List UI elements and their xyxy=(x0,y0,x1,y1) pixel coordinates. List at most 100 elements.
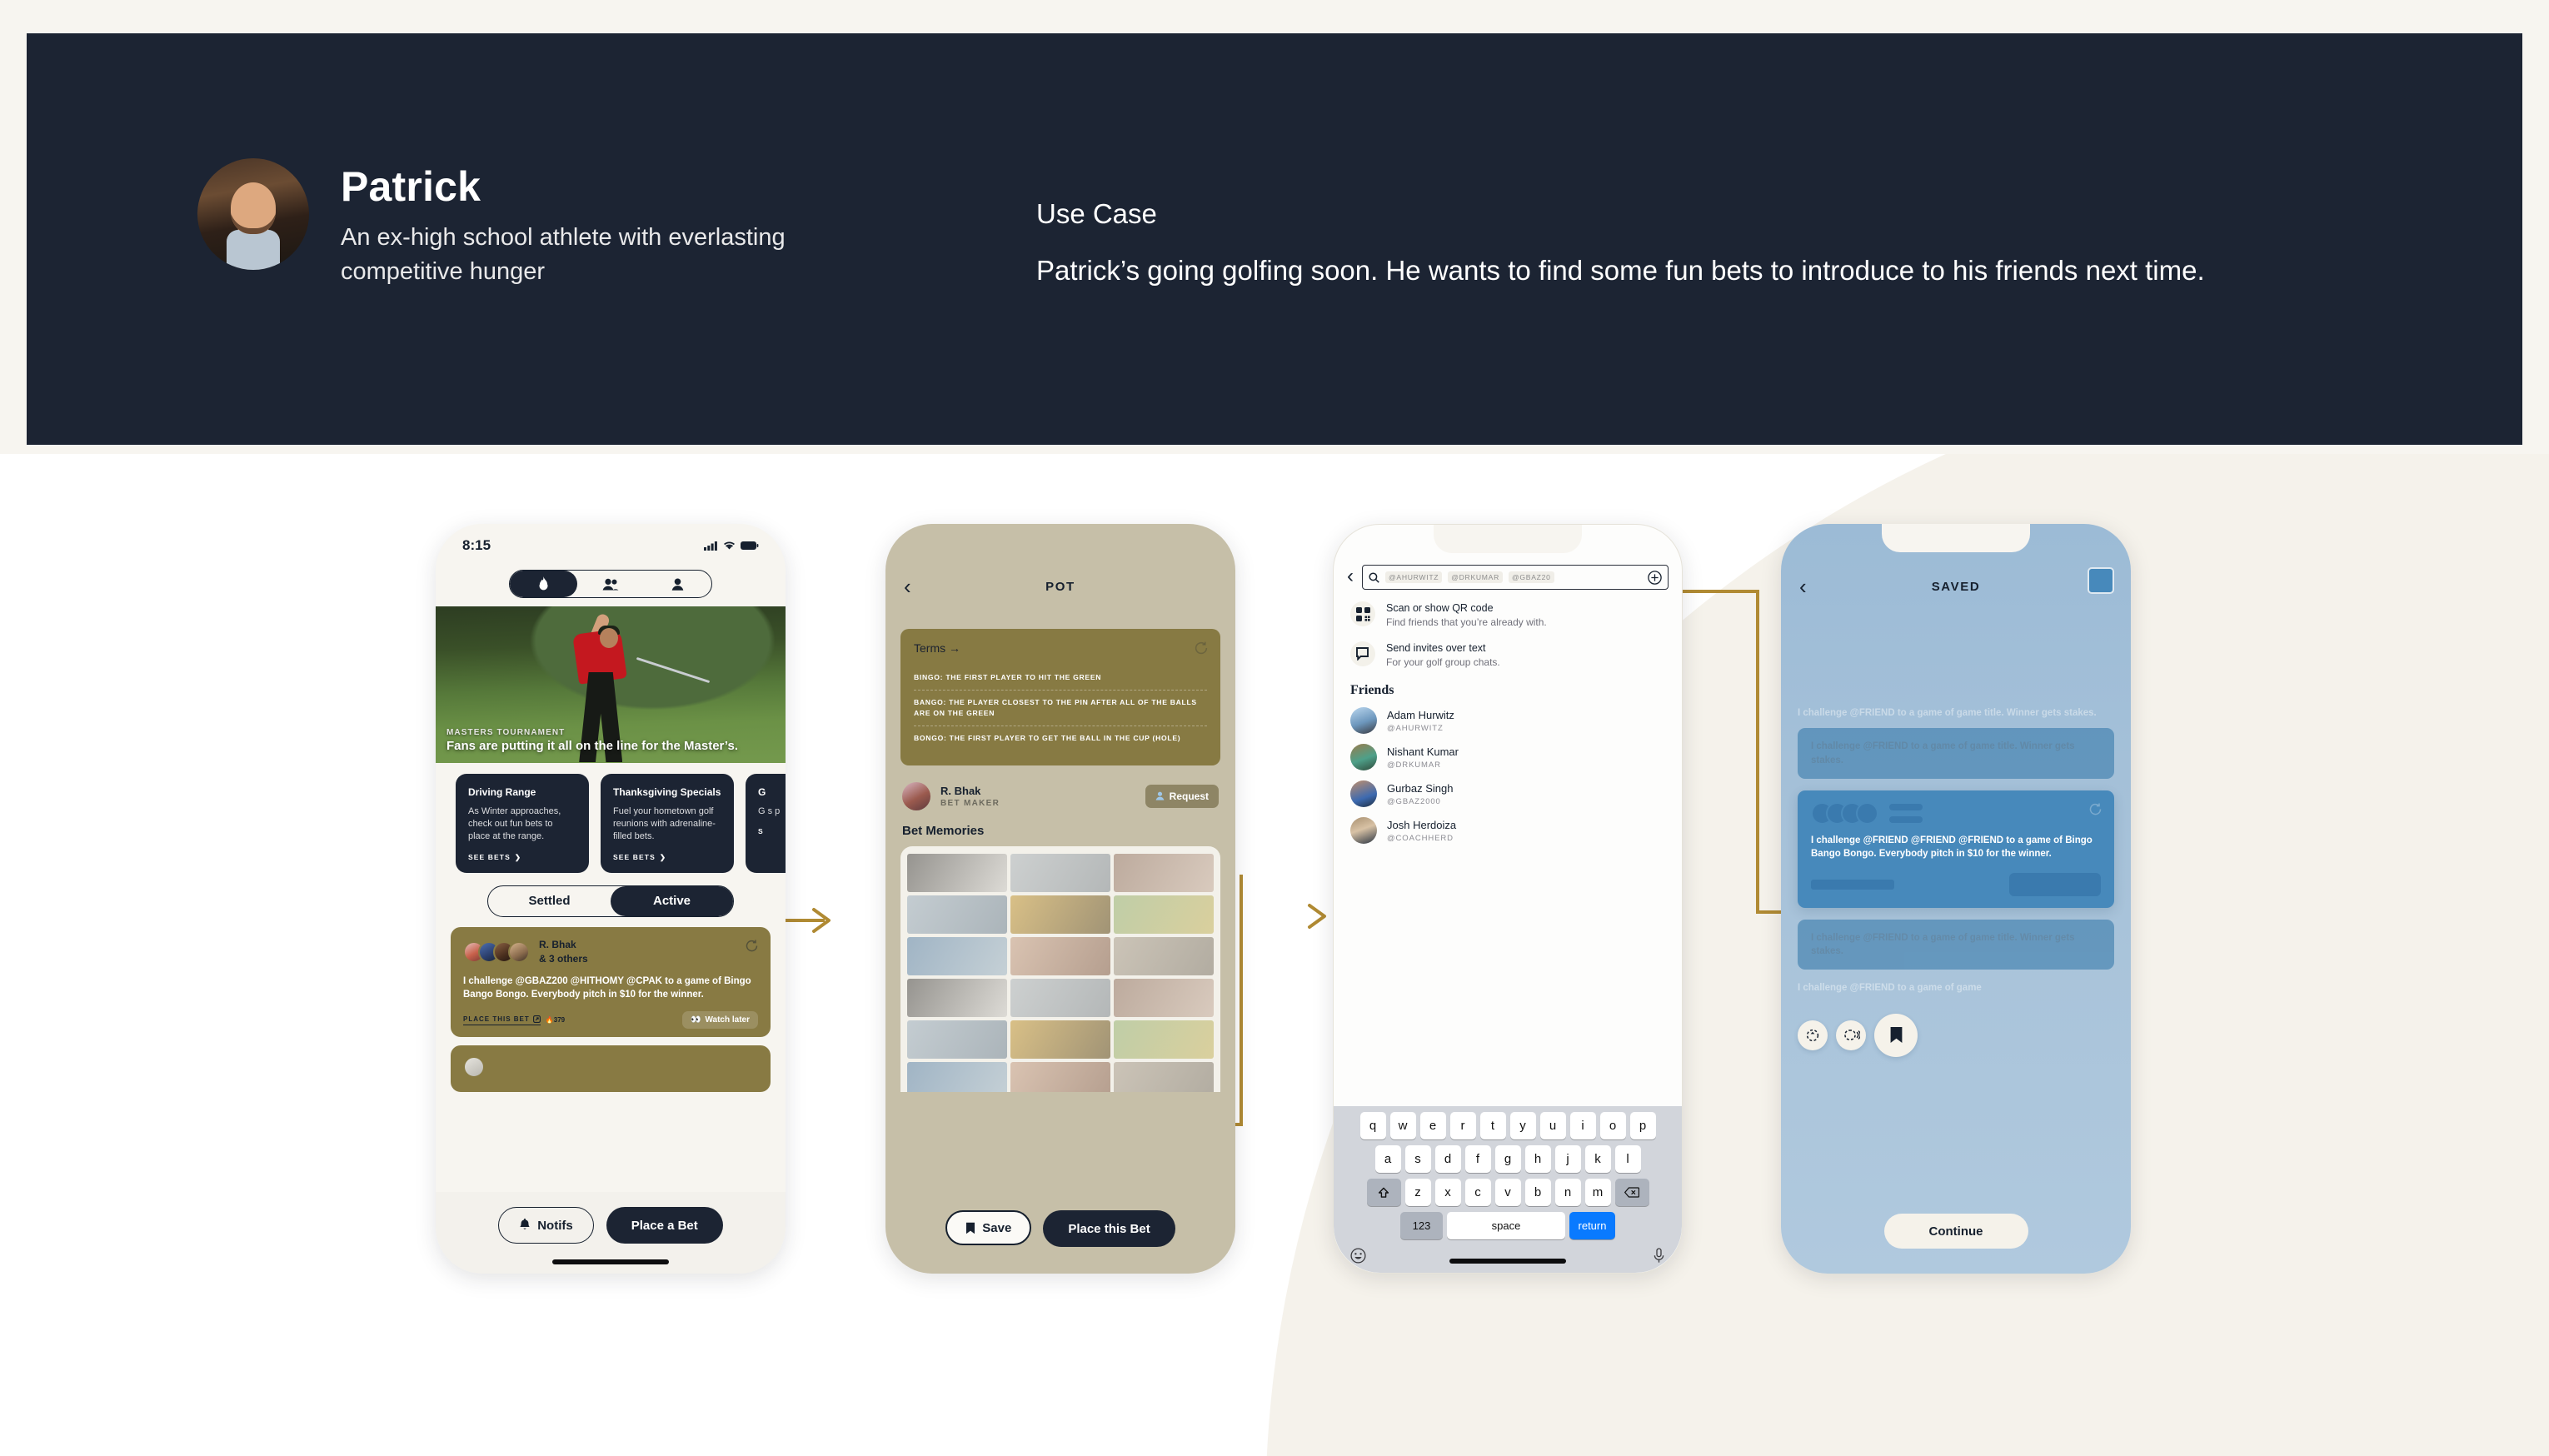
option-qr-code[interactable]: Scan or show QR code Find friends that y… xyxy=(1334,590,1682,630)
promo-cta[interactable]: S xyxy=(758,827,786,835)
shift-key[interactable] xyxy=(1366,1179,1401,1206)
memory-thumb[interactable] xyxy=(1114,1020,1214,1059)
plus-circle-icon[interactable] xyxy=(1648,570,1662,585)
microphone-icon[interactable] xyxy=(1653,1248,1665,1264)
key-p[interactable]: p xyxy=(1629,1112,1656,1139)
request-button[interactable]: Request xyxy=(1145,784,1219,808)
filter-toggle[interactable]: Settled Active xyxy=(487,885,734,917)
refresh-icon[interactable] xyxy=(1194,641,1209,656)
notifs-button[interactable]: Notifs xyxy=(498,1207,594,1244)
continue-button[interactable]: Continue xyxy=(1883,1214,2028,1249)
bet-memories-grid-wrap[interactable] xyxy=(900,845,1220,1092)
promo-card[interactable]: Driving Range As Winter approaches, chec… xyxy=(456,774,589,873)
memory-thumb[interactable] xyxy=(1114,895,1214,934)
saved-card-muted[interactable]: I challenge @FRIEND to a game of game ti… xyxy=(1798,919,2114,970)
toggle-settled[interactable]: Settled xyxy=(488,886,611,916)
option-send-invites[interactable]: Send invites over text For your golf gro… xyxy=(1334,630,1682,670)
swipe-icon[interactable] xyxy=(1836,1020,1866,1050)
friend-row[interactable]: Adam Hurwitz @AHURWITZ xyxy=(1334,702,1682,739)
promo-card[interactable]: Thanksgiving Specials Fuel your hometown… xyxy=(601,774,734,873)
space-key[interactable]: space xyxy=(1447,1212,1565,1239)
backspace-key[interactable] xyxy=(1614,1179,1649,1206)
refresh-icon[interactable] xyxy=(2088,802,2103,816)
key-d[interactable]: d xyxy=(1434,1145,1461,1173)
key-t[interactable]: t xyxy=(1479,1112,1506,1139)
key-e[interactable]: e xyxy=(1419,1112,1446,1139)
grid-view-button[interactable] xyxy=(2088,567,2114,594)
friend-row[interactable]: Nishant Kumar @DRKUMAR xyxy=(1334,739,1682,775)
key-l[interactable]: l xyxy=(1614,1145,1641,1173)
promo-cta[interactable]: SEE BETS ❯ xyxy=(613,853,721,862)
memory-thumb[interactable] xyxy=(1114,1061,1214,1092)
chevron-left-icon[interactable]: ‹ xyxy=(1799,576,1808,597)
terms-heading[interactable]: Terms → xyxy=(914,641,1207,655)
memory-thumb[interactable] xyxy=(907,978,1007,1017)
search-chip[interactable]: @AHURWITZ xyxy=(1385,571,1443,583)
toggle-active[interactable]: Active xyxy=(611,885,733,916)
memory-thumb[interactable] xyxy=(1010,978,1110,1017)
memory-thumb[interactable] xyxy=(907,895,1007,934)
key-j[interactable]: j xyxy=(1554,1145,1581,1173)
memory-thumb[interactable] xyxy=(1010,1020,1110,1059)
bet-card-partial[interactable] xyxy=(451,1045,771,1093)
memory-thumb[interactable] xyxy=(907,853,1007,892)
key-y[interactable]: y xyxy=(1509,1112,1536,1139)
key-i[interactable]: i xyxy=(1569,1112,1596,1139)
watch-later-button[interactable]: 👀 Watch later xyxy=(682,1011,758,1030)
on-screen-keyboard[interactable]: qwertyuiop asdfghjkl zxcvbnm 123 space r… xyxy=(1334,1106,1682,1273)
bet-card[interactable]: R. Bhak & 3 others I challenge @GBAZ200 … xyxy=(451,926,771,1038)
terms-card[interactable]: Terms → BINGO: THE FIRST PLAYER TO HIT T… xyxy=(900,629,1220,765)
key-v[interactable]: v xyxy=(1494,1179,1521,1206)
memory-thumb[interactable] xyxy=(1010,936,1110,975)
memory-thumb[interactable] xyxy=(907,1061,1007,1092)
chevron-left-icon[interactable]: ‹ xyxy=(1347,566,1354,588)
key-h[interactable]: h xyxy=(1524,1145,1551,1173)
key-q[interactable]: q xyxy=(1359,1112,1386,1139)
place-this-bet-button[interactable]: Place this Bet xyxy=(1043,1210,1175,1247)
key-b[interactable]: b xyxy=(1524,1179,1551,1206)
key-a[interactable]: a xyxy=(1374,1145,1401,1173)
bookmark-icon[interactable] xyxy=(1874,1013,1918,1057)
search-chip[interactable]: @GBAZ20 xyxy=(1509,571,1554,583)
tab-friends[interactable] xyxy=(577,571,645,597)
memory-thumb[interactable] xyxy=(1114,853,1214,892)
memory-thumb[interactable] xyxy=(1010,895,1110,934)
key-u[interactable]: u xyxy=(1539,1112,1566,1139)
key-z[interactable]: z xyxy=(1404,1179,1431,1206)
memory-thumb[interactable] xyxy=(907,936,1007,975)
friend-row[interactable]: Gurbaz Singh @GBAZ2000 xyxy=(1334,775,1682,812)
promo-cta[interactable]: SEE BETS ❯ xyxy=(468,853,576,862)
search-chip[interactable]: @DRKUMAR xyxy=(1448,571,1503,583)
memory-thumb[interactable] xyxy=(1114,978,1214,1017)
memory-thumb[interactable] xyxy=(1114,936,1214,975)
memory-thumb[interactable] xyxy=(1010,853,1110,892)
hero-article-card[interactable]: MASTERS TOURNAMENT Fans are putting it a… xyxy=(436,606,786,763)
save-button[interactable]: Save xyxy=(945,1210,1032,1245)
key-f[interactable]: f xyxy=(1464,1145,1491,1173)
key-c[interactable]: c xyxy=(1464,1179,1491,1206)
segmented-control[interactable] xyxy=(509,570,712,598)
tab-discover[interactable] xyxy=(510,571,577,597)
key-k[interactable]: k xyxy=(1584,1145,1611,1173)
friend-row[interactable]: Josh Herdoiza @COACHHERD xyxy=(1334,812,1682,849)
memory-thumb[interactable] xyxy=(907,1020,1007,1059)
chevron-left-icon[interactable]: ‹ xyxy=(904,576,912,597)
saved-card-highlighted[interactable]: I challenge @FRIEND @FRIEND @FRIEND to a… xyxy=(1798,790,2114,908)
key-r[interactable]: r xyxy=(1449,1112,1476,1139)
promo-carousel[interactable]: Driving Range As Winter approaches, chec… xyxy=(436,774,786,873)
key-w[interactable]: w xyxy=(1389,1112,1416,1139)
promo-card-partial[interactable]: G G s p S xyxy=(746,774,786,873)
key-o[interactable]: o xyxy=(1599,1112,1626,1139)
key-n[interactable]: n xyxy=(1554,1179,1581,1206)
refresh-icon[interactable] xyxy=(745,939,759,953)
key-s[interactable]: s xyxy=(1404,1145,1431,1173)
place-this-bet-link[interactable]: PLACE THIS BET xyxy=(463,1015,541,1025)
key-g[interactable]: g xyxy=(1494,1145,1521,1173)
key-m[interactable]: m xyxy=(1584,1179,1611,1206)
scan-icon[interactable] xyxy=(1798,1020,1828,1050)
bet-memories-grid[interactable] xyxy=(907,853,1214,1092)
key-x[interactable]: x xyxy=(1434,1179,1461,1206)
emoji-icon[interactable] xyxy=(1350,1248,1366,1264)
return-key[interactable]: return xyxy=(1569,1212,1615,1239)
place-a-bet-button[interactable]: Place a Bet xyxy=(606,1207,723,1244)
